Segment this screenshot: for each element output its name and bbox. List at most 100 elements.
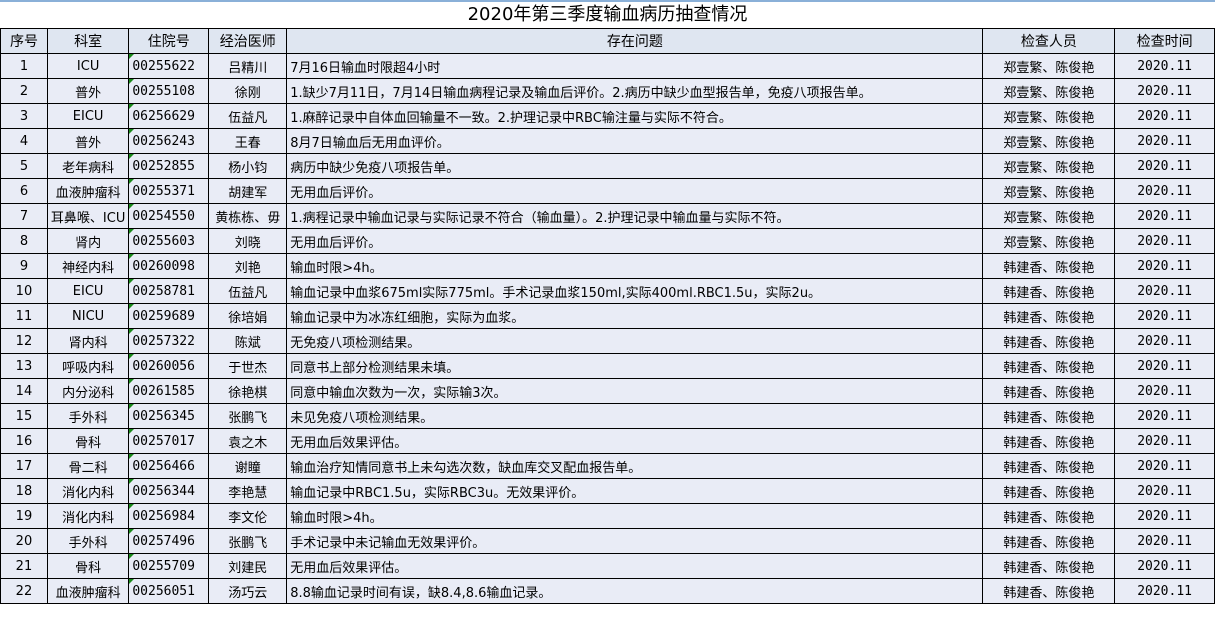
cell-inspection-date[interactable]: 2020.11 — [1114, 328, 1215, 354]
cell-inspection-date[interactable]: 2020.11 — [1114, 203, 1215, 229]
cell-department[interactable]: 血液肿瘤科 — [46, 178, 130, 204]
cell-issue[interactable]: 手术记录中未记输血无效果评价。 — [286, 528, 984, 554]
cell-inspectors[interactable]: 郑壹繁、陈俊艳 — [982, 53, 1116, 79]
cell-admission-no[interactable]: 00256243 — [128, 128, 210, 154]
cell-issue[interactable]: 未见免疫八项检测结果。 — [286, 403, 984, 429]
cell-inspection-date[interactable]: 2020.11 — [1114, 128, 1215, 154]
cell-physician[interactable]: 徐艳棋 — [208, 378, 288, 404]
cell-index[interactable]: 5 — [0, 153, 48, 179]
cell-department[interactable]: 呼吸内科 — [46, 353, 130, 379]
cell-issue[interactable]: 输血记录中血浆675ml实际775ml。手术记录血浆150ml,实际400ml.… — [286, 278, 984, 304]
cell-index[interactable]: 18 — [0, 478, 48, 504]
cell-index[interactable]: 19 — [0, 503, 48, 529]
cell-physician[interactable]: 张鹏飞 — [208, 528, 288, 554]
cell-index[interactable]: 3 — [0, 103, 48, 129]
cell-department[interactable]: 普外 — [46, 78, 130, 104]
cell-index[interactable]: 7 — [0, 203, 48, 229]
cell-inspection-date[interactable]: 2020.11 — [1114, 353, 1215, 379]
cell-department[interactable]: ICU — [46, 53, 130, 79]
cell-inspectors[interactable]: 韩建香、陈俊艳 — [982, 578, 1116, 604]
cell-issue[interactable]: 输血记录中为冰冻红细胞，实际为血浆。 — [286, 303, 984, 329]
cell-admission-no[interactable]: 00255603 — [128, 228, 210, 254]
cell-department[interactable]: 肾内科 — [46, 328, 130, 354]
cell-index[interactable]: 6 — [0, 178, 48, 204]
header-admission-no[interactable]: 住院号 — [128, 28, 210, 54]
cell-issue[interactable]: 1.缺少7月11日，7月14日输血病程记录及输血后评价。2.病历中缺少血型报告单… — [286, 78, 984, 104]
cell-index[interactable]: 22 — [0, 578, 48, 604]
cell-physician[interactable]: 刘艳 — [208, 253, 288, 279]
cell-issue[interactable]: 输血治疗知情同意书上未勾选次数，缺血库交叉配血报告单。 — [286, 453, 984, 479]
cell-index[interactable]: 2 — [0, 78, 48, 104]
cell-inspectors[interactable]: 韩建香、陈俊艳 — [982, 353, 1116, 379]
header-inspectors[interactable]: 检查人员 — [982, 28, 1116, 54]
cell-physician[interactable]: 刘建民 — [208, 553, 288, 579]
cell-issue[interactable]: 无免疫八项检测结果。 — [286, 328, 984, 354]
cell-index[interactable]: 10 — [0, 278, 48, 304]
cell-physician[interactable]: 李文伦 — [208, 503, 288, 529]
cell-inspection-date[interactable]: 2020.11 — [1114, 553, 1215, 579]
cell-issue[interactable]: 无用血后评价。 — [286, 178, 984, 204]
cell-inspectors[interactable]: 韩建香、陈俊艳 — [982, 278, 1116, 304]
cell-inspection-date[interactable]: 2020.11 — [1114, 503, 1215, 529]
cell-department[interactable]: 手外科 — [46, 528, 130, 554]
cell-admission-no[interactable]: 00256344 — [128, 478, 210, 504]
cell-department[interactable]: EICU — [46, 278, 130, 304]
cell-inspectors[interactable]: 韩建香、陈俊艳 — [982, 453, 1116, 479]
cell-inspectors[interactable]: 韩建香、陈俊艳 — [982, 553, 1116, 579]
cell-index[interactable]: 13 — [0, 353, 48, 379]
cell-admission-no[interactable]: 00260098 — [128, 253, 210, 279]
cell-inspectors[interactable]: 郑壹繁、陈俊艳 — [982, 153, 1116, 179]
cell-department[interactable]: 手外科 — [46, 403, 130, 429]
cell-index[interactable]: 4 — [0, 128, 48, 154]
cell-department[interactable]: 骨二科 — [46, 453, 130, 479]
cell-index[interactable]: 1 — [0, 53, 48, 79]
cell-index[interactable]: 15 — [0, 403, 48, 429]
cell-department[interactable]: EICU — [46, 103, 130, 129]
cell-admission-no[interactable]: 00255371 — [128, 178, 210, 204]
cell-physician[interactable]: 李艳慧 — [208, 478, 288, 504]
cell-index[interactable]: 20 — [0, 528, 48, 554]
header-department[interactable]: 科室 — [46, 28, 130, 54]
cell-admission-no[interactable]: 00261585 — [128, 378, 210, 404]
cell-admission-no[interactable]: 00255108 — [128, 78, 210, 104]
cell-inspectors[interactable]: 韩建香、陈俊艳 — [982, 428, 1116, 454]
cell-physician[interactable]: 汤巧云 — [208, 578, 288, 604]
cell-admission-no[interactable]: 00252855 — [128, 153, 210, 179]
cell-inspectors[interactable]: 郑壹繁、陈俊艳 — [982, 203, 1116, 229]
cell-inspectors[interactable]: 郑壹繁、陈俊艳 — [982, 228, 1116, 254]
cell-inspection-date[interactable]: 2020.11 — [1114, 178, 1215, 204]
cell-issue[interactable]: 同意中输血次数为一次，实际输3次。 — [286, 378, 984, 404]
cell-inspection-date[interactable]: 2020.11 — [1114, 403, 1215, 429]
cell-index[interactable]: 21 — [0, 553, 48, 579]
cell-issue[interactable]: 1.麻醉记录中自体血回输量不一致。2.护理记录中RBC输注量与实际不符合。 — [286, 103, 984, 129]
cell-inspectors[interactable]: 韩建香、陈俊艳 — [982, 303, 1116, 329]
cell-issue[interactable]: 7月16日输血时限超4小时 — [286, 53, 984, 79]
cell-physician[interactable]: 刘晓 — [208, 228, 288, 254]
cell-inspectors[interactable]: 韩建香、陈俊艳 — [982, 478, 1116, 504]
cell-issue[interactable]: 无用血后效果评估。 — [286, 428, 984, 454]
cell-inspectors[interactable]: 韩建香、陈俊艳 — [982, 528, 1116, 554]
cell-inspectors[interactable]: 韩建香、陈俊艳 — [982, 378, 1116, 404]
header-inspection-date[interactable]: 检查时间 — [1114, 28, 1215, 54]
cell-admission-no[interactable]: 06256629 — [128, 103, 210, 129]
cell-inspection-date[interactable]: 2020.11 — [1114, 53, 1215, 79]
cell-index[interactable]: 8 — [0, 228, 48, 254]
cell-admission-no[interactable]: 00256345 — [128, 403, 210, 429]
cell-inspection-date[interactable]: 2020.11 — [1114, 103, 1215, 129]
cell-issue[interactable]: 输血时限>4h。 — [286, 503, 984, 529]
cell-issue[interactable]: 8月7日输血后无用血评价。 — [286, 128, 984, 154]
cell-index[interactable]: 14 — [0, 378, 48, 404]
cell-admission-no[interactable]: 00257017 — [128, 428, 210, 454]
cell-inspection-date[interactable]: 2020.11 — [1114, 378, 1215, 404]
cell-admission-no[interactable]: 00256984 — [128, 503, 210, 529]
cell-physician[interactable]: 伍益凡 — [208, 103, 288, 129]
cell-inspection-date[interactable]: 2020.11 — [1114, 78, 1215, 104]
cell-inspectors[interactable]: 郑壹繁、陈俊艳 — [982, 128, 1116, 154]
cell-department[interactable]: 骨科 — [46, 553, 130, 579]
cell-physician[interactable]: 杨小钧 — [208, 153, 288, 179]
cell-index[interactable]: 16 — [0, 428, 48, 454]
cell-physician[interactable]: 黄栋栋、毋 — [208, 203, 288, 229]
header-issues[interactable]: 存在问题 — [286, 28, 984, 54]
cell-admission-no[interactable]: 00256466 — [128, 453, 210, 479]
cell-index[interactable]: 12 — [0, 328, 48, 354]
